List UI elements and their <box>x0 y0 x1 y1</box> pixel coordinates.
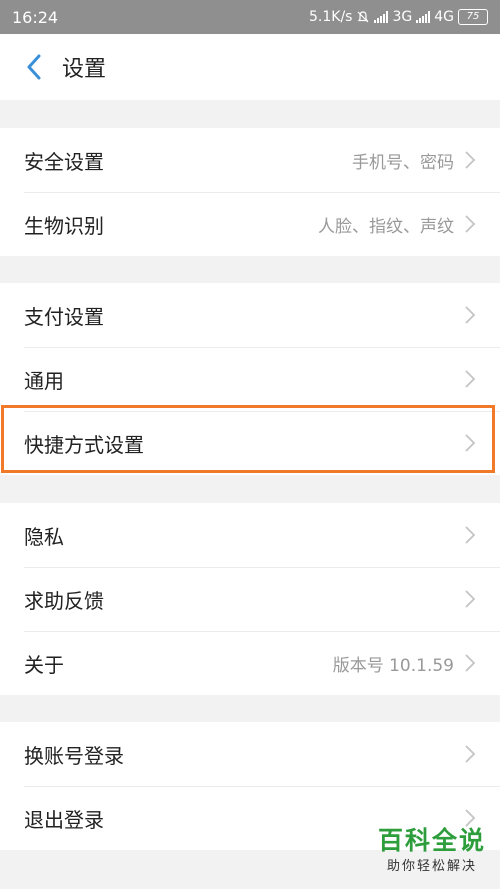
settings-group-about: 隐私 求助反馈 关于 版本号 10.1.59 <box>0 503 500 695</box>
network-speed: 5.1K/s <box>309 9 353 25</box>
nav-bar: 设置 <box>0 34 500 100</box>
status-indicators: 5.1K/s 3G 4G 75 <box>309 9 488 25</box>
chevron-left-icon <box>27 54 41 80</box>
item-label: 隐私 <box>24 524 64 549</box>
chevron-right-icon <box>464 369 476 389</box>
chevron-right-icon <box>464 305 476 325</box>
settings-item-payment[interactable]: 支付设置 <box>0 283 500 347</box>
settings-group-account-security: 安全设置 手机号、密码 生物识别 人脸、指纹、声纹 <box>0 128 500 256</box>
watermark-title: 百科全说 <box>377 826 486 855</box>
settings-group-general: 支付设置 通用 快捷方式设置 <box>0 283 500 475</box>
settings-item-general[interactable]: 通用 <box>0 347 500 411</box>
signal-bars-icon <box>416 11 431 23</box>
item-value: 版本号 10.1.59 <box>332 655 454 676</box>
settings-item-switch-account[interactable]: 换账号登录 <box>0 722 500 786</box>
watermark-logo: 百科全说 助你轻松解决 <box>364 824 500 889</box>
item-label: 安全设置 <box>24 149 104 174</box>
settings-item-shortcuts[interactable]: 快捷方式设置 <box>0 411 500 475</box>
item-label: 换账号登录 <box>24 743 124 768</box>
item-label: 通用 <box>24 368 64 393</box>
settings-item-about[interactable]: 关于 版本号 10.1.59 <box>0 631 500 695</box>
status-bar: 16:24 5.1K/s 3G 4G 75 <box>0 0 500 34</box>
chevron-right-icon <box>464 525 476 545</box>
settings-item-privacy[interactable]: 隐私 <box>0 503 500 567</box>
chevron-right-icon <box>464 214 476 234</box>
item-label: 支付设置 <box>24 304 104 329</box>
item-value: 人脸、指纹、声纹 <box>318 216 454 237</box>
item-label: 求助反馈 <box>24 588 104 613</box>
battery-icon: 75 <box>458 9 488 25</box>
chevron-right-icon <box>464 744 476 764</box>
item-label: 快捷方式设置 <box>24 432 144 457</box>
back-button[interactable] <box>20 53 48 81</box>
network-type-1: 3G <box>392 9 413 25</box>
chevron-right-icon <box>464 589 476 609</box>
settings-item-feedback[interactable]: 求助反馈 <box>0 567 500 631</box>
status-time: 16:24 <box>12 7 59 27</box>
settings-item-security[interactable]: 安全设置 手机号、密码 <box>0 128 500 192</box>
mute-bell-icon <box>358 11 369 23</box>
item-value: 手机号、密码 <box>352 152 454 173</box>
item-label: 生物识别 <box>24 213 104 238</box>
chevron-right-icon <box>464 433 476 453</box>
chevron-right-icon <box>464 150 476 170</box>
item-label: 关于 <box>24 652 64 677</box>
network-type-2: 4G <box>434 9 454 25</box>
page-title: 设置 <box>62 57 107 82</box>
watermark-subtitle: 助你轻松解决 <box>386 859 477 874</box>
settings-item-biometrics[interactable]: 生物识别 人脸、指纹、声纹 <box>0 192 500 256</box>
chevron-right-icon <box>464 653 476 673</box>
signal-bars-icon <box>374 11 389 23</box>
